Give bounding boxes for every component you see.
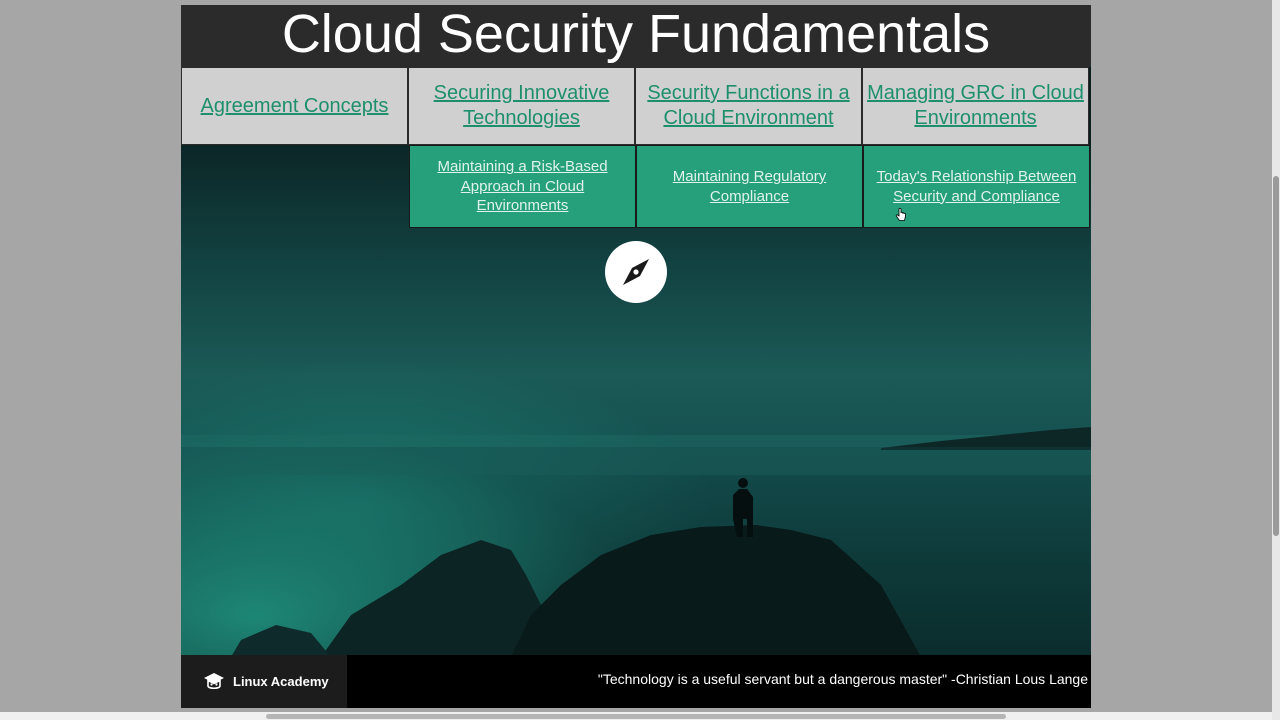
main-nav: Agreement Concepts Securing Innovative T…	[181, 67, 1091, 145]
compass-icon[interactable]	[605, 241, 667, 303]
horizontal-scrollbar-thumb[interactable]	[266, 714, 1006, 719]
linux-academy-logo[interactable]: Linux Academy	[181, 655, 347, 708]
graduation-cap-icon	[204, 672, 224, 689]
horizontal-scrollbar[interactable]	[0, 712, 1272, 720]
slide-page: Cloud Security Fundamentals Agreement Co…	[181, 5, 1091, 708]
subnav-item-risk-based: Maintaining a Risk-Based Approach in Clo…	[409, 145, 636, 228]
nav-item-securing-innovative-technologies: Securing Innovative Technologies	[408, 67, 635, 145]
footer-quote: "Technology is a useful servant but a da…	[597, 671, 1088, 687]
subnav-link-security-compliance[interactable]: Today's Relationship Between Security an…	[864, 167, 1089, 206]
nav-link-securing-innovative-technologies[interactable]: Securing Innovative Technologies	[409, 81, 634, 131]
vertical-scrollbar-thumb[interactable]	[1273, 176, 1279, 536]
nav-link-security-functions[interactable]: Security Functions in a Cloud Environmen…	[636, 81, 861, 131]
subnav-link-risk-based[interactable]: Maintaining a Risk-Based Approach in Clo…	[410, 157, 635, 216]
page-title: Cloud Security Fundamentals	[181, 5, 1091, 67]
nav-item-managing-grc: Managing GRC in Cloud Environments	[862, 67, 1089, 145]
nav-item-security-functions: Security Functions in a Cloud Environmen…	[635, 67, 862, 145]
sub-nav: Maintaining a Risk-Based Approach in Clo…	[409, 145, 1091, 228]
vertical-scrollbar[interactable]	[1272, 0, 1280, 720]
footer-bar: Linux Academy "Technology is a useful se…	[181, 655, 1091, 708]
nav-link-agreement-concepts[interactable]: Agreement Concepts	[197, 94, 393, 119]
subnav-item-regulatory-compliance: Maintaining Regulatory Compliance	[636, 145, 863, 228]
hand-cursor-icon	[895, 208, 906, 221]
nav-link-managing-grc[interactable]: Managing GRC in Cloud Environments	[863, 81, 1088, 131]
nav-item-agreement-concepts: Agreement Concepts	[181, 67, 408, 145]
brand-name: Linux Academy	[233, 674, 329, 689]
subnav-link-regulatory-compliance[interactable]: Maintaining Regulatory Compliance	[637, 167, 862, 206]
